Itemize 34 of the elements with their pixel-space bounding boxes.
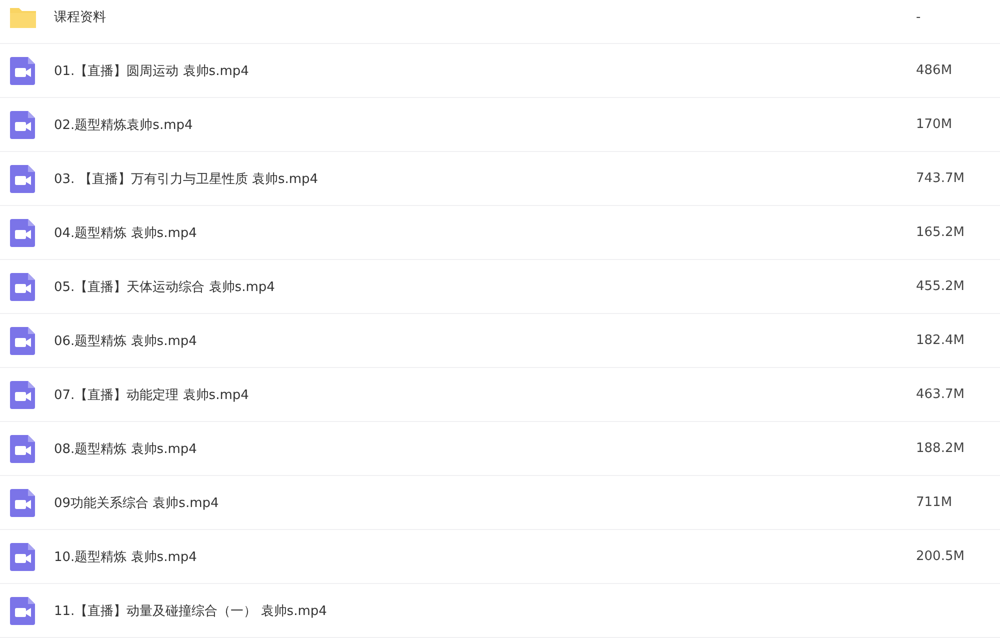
file-name[interactable]: 07.【直播】动能定理 袁帅s.mp4 [54,386,916,404]
file-size: 170M [916,117,952,132]
file-name[interactable]: 04.题型精炼 袁帅s.mp4 [54,224,916,242]
file-name[interactable]: 10.题型精炼 袁帅s.mp4 [54,548,916,566]
file-name[interactable]: 09功能关系综合 袁帅s.mp4 [54,494,916,512]
video-file-icon [9,110,37,140]
video-file-icon [9,56,37,86]
file-size: 200.5M [916,549,964,564]
file-name[interactable]: 03. 【直播】万有引力与卫星性质 袁帅s.mp4 [54,170,916,188]
video-file-icon [9,272,37,302]
file-name[interactable]: 课程资料 [54,8,916,26]
file-name[interactable]: 08.题型精炼 袁帅s.mp4 [54,440,916,458]
file-size: 188.2M [916,441,964,456]
file-size: 486M [916,63,952,78]
file-size: 455.2M [916,279,964,294]
file-name[interactable]: 06.题型精炼 袁帅s.mp4 [54,332,916,350]
video-file-icon [9,164,37,194]
video-file-icon [9,380,37,410]
video-file-icon [9,326,37,356]
video-file-icon [9,434,37,464]
file-size: - [916,10,921,24]
file-name[interactable]: 02.题型精炼袁帅s.mp4 [54,116,916,134]
file-size: 182.4M [916,333,964,348]
file-name[interactable]: 11.【直播】动量及碰撞综合（一） 袁帅s.mp4 [54,602,916,620]
file-size: 463.7M [916,387,964,402]
video-file-icon [9,488,37,518]
file-name[interactable]: 01.【直播】圆周运动 袁帅s.mp4 [54,62,916,80]
video-file-icon [9,596,37,626]
video-file-icon [9,542,37,572]
file-size: 711M [916,495,952,510]
file-size: 165.2M [916,225,964,240]
file-name[interactable]: 05.【直播】天体运动综合 袁帅s.mp4 [54,278,916,296]
file-size: 743.7M [916,171,964,186]
video-file-icon [9,218,37,248]
